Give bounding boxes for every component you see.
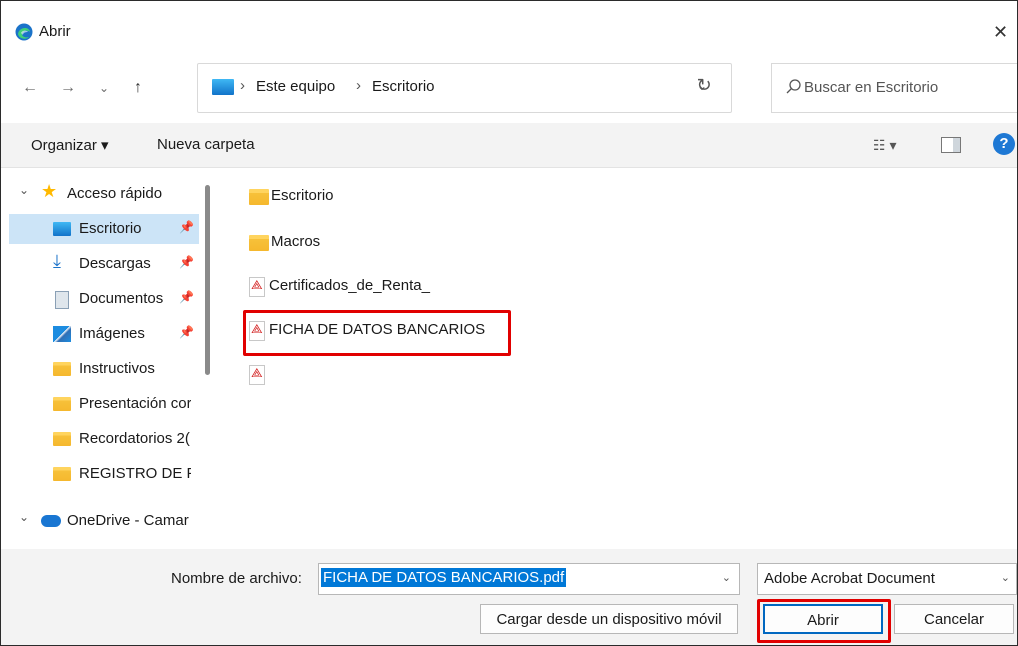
sidebar-item-downloads[interactable]: ⤓ Descargas 📌 [9,249,197,279]
documents-icon [55,291,69,309]
refresh-icon[interactable]: ↻ [693,75,715,97]
breadcrumb-desktop[interactable]: Escritorio [372,78,435,95]
file-type-select[interactable]: Adobe Acrobat Document ⌄ [757,563,1017,595]
close-icon[interactable]: ✕ [993,21,1017,43]
folder-icon [53,432,71,446]
folder-icon [53,397,71,411]
star-icon: ★ [41,181,58,201]
chevron-down-icon: ⌄ [19,183,30,197]
selected-file-highlight [243,310,511,356]
pdf-file-icon [249,365,265,385]
search-placeholder: Buscar en Escritorio [804,79,939,96]
sidebar-item-desktop[interactable]: Escritorio 📌 [9,214,199,244]
back-arrow-icon[interactable]: ← [19,77,41,99]
chevron-down-icon: ⌄ [19,510,30,524]
sidebar-item-label: Instructivos [79,360,155,377]
folder-icon [249,189,269,205]
breadcrumb-this-pc[interactable]: Este equipo [256,78,335,95]
file-name: Macros [271,233,321,250]
sidebar-item-label: OneDrive - Camar [67,512,189,529]
search-icon [786,79,801,94]
sidebar-item-pictures[interactable]: Imágenes 📌 [9,319,197,349]
pdf-file-icon [249,277,265,297]
pictures-icon [53,326,71,342]
sidebar-item-label: Imágenes [79,325,145,342]
breadcrumb-separator-icon: › [240,77,245,94]
edge-browser-icon [15,23,33,41]
sidebar-item-folder[interactable]: REGISTRO DE PF [9,459,191,489]
filename-value: FICHA DE DATOS BANCARIOS.pdf [321,568,567,587]
folder-icon [249,235,269,251]
title-bar: Abrir ✕ [1,1,1017,49]
navigation-pane-scrollbar[interactable] [205,185,210,375]
download-icon: ⤓ [53,251,61,271]
organize-menu-button[interactable]: Organizar ▾ [31,136,109,154]
change-view-icon[interactable]: ☷ ▾ [873,137,896,154]
sidebar-item-folder[interactable]: Recordatorios 2( [9,424,191,454]
cancel-button[interactable]: Cancelar [894,604,1014,634]
recent-locations-chevron-icon[interactable]: ⌄ [93,77,115,99]
load-from-mobile-button[interactable]: Cargar desde un dispositivo móvil [480,604,738,634]
folder-icon [53,362,71,376]
file-type-value: Adobe Acrobat Document [764,570,935,587]
open-button-highlight [757,599,891,643]
pin-icon: 📌 [179,290,194,304]
sidebar-item-label: Presentación cor [79,395,191,412]
new-folder-button[interactable]: Nueva carpeta [157,136,255,153]
forward-arrow-icon[interactable]: → [57,77,79,99]
sidebar-item-label: Escritorio [79,220,142,237]
preview-pane-icon[interactable] [941,137,961,153]
desktop-icon [53,222,71,236]
folder-icon [53,467,71,481]
window-title: Abrir [39,23,71,40]
pin-icon: 📌 [179,220,194,234]
sidebar-item-label: Descargas [79,255,151,272]
sidebar-item-label: Acceso rápido [67,185,163,202]
sidebar-item-quick-access[interactable]: ⌄ ★ Acceso rápido [9,179,197,209]
address-bar[interactable]: › Este equipo › Escritorio ⌄ [197,63,732,113]
cloud-icon [41,515,61,527]
sidebar-item-label: Recordatorios 2( [79,430,190,447]
filename-label: Nombre de archivo: [171,570,302,587]
command-bar: Organizar ▾ Nueva carpeta ☷ ▾ ? [1,123,1017,168]
sidebar-item-documents[interactable]: Documentos 📌 [9,284,197,314]
search-box[interactable]: Buscar en Escritorio [771,63,1017,113]
sidebar-item-folder[interactable]: Presentación cor [9,389,191,419]
navigation-pane: ⌄ ★ Acceso rápido Escritorio 📌 ⤓ Descarg… [1,169,219,549]
file-list: Escritorio Macros Certificados_de_Renta_… [221,169,1017,549]
help-icon[interactable]: ? [993,133,1015,155]
file-name: Escritorio [271,187,334,204]
sidebar-item-folder[interactable]: Instructivos [9,354,197,384]
sidebar-item-label: REGISTRO DE PF [79,465,191,482]
pin-icon: 📌 [179,255,194,269]
sidebar-item-label: Documentos [79,290,164,307]
chevron-down-icon[interactable]: ⌄ [1001,571,1010,584]
pin-icon: 📌 [179,325,194,339]
up-arrow-icon[interactable]: ↑ [127,77,149,99]
file-name: Certificados_de_Renta_ [269,277,430,294]
chevron-down-icon[interactable]: ⌄ [722,571,731,584]
this-pc-icon [212,79,234,95]
open-file-dialog: Abrir ✕ ← → ⌄ ↑ › Este equipo › Escritor… [0,0,1018,646]
breadcrumb-separator-icon: › [356,77,361,94]
sidebar-item-onedrive[interactable]: ⌄ OneDrive - Camar [9,506,191,536]
filename-input[interactable]: FICHA DE DATOS BANCARIOS.pdf ⌄ [318,563,740,595]
